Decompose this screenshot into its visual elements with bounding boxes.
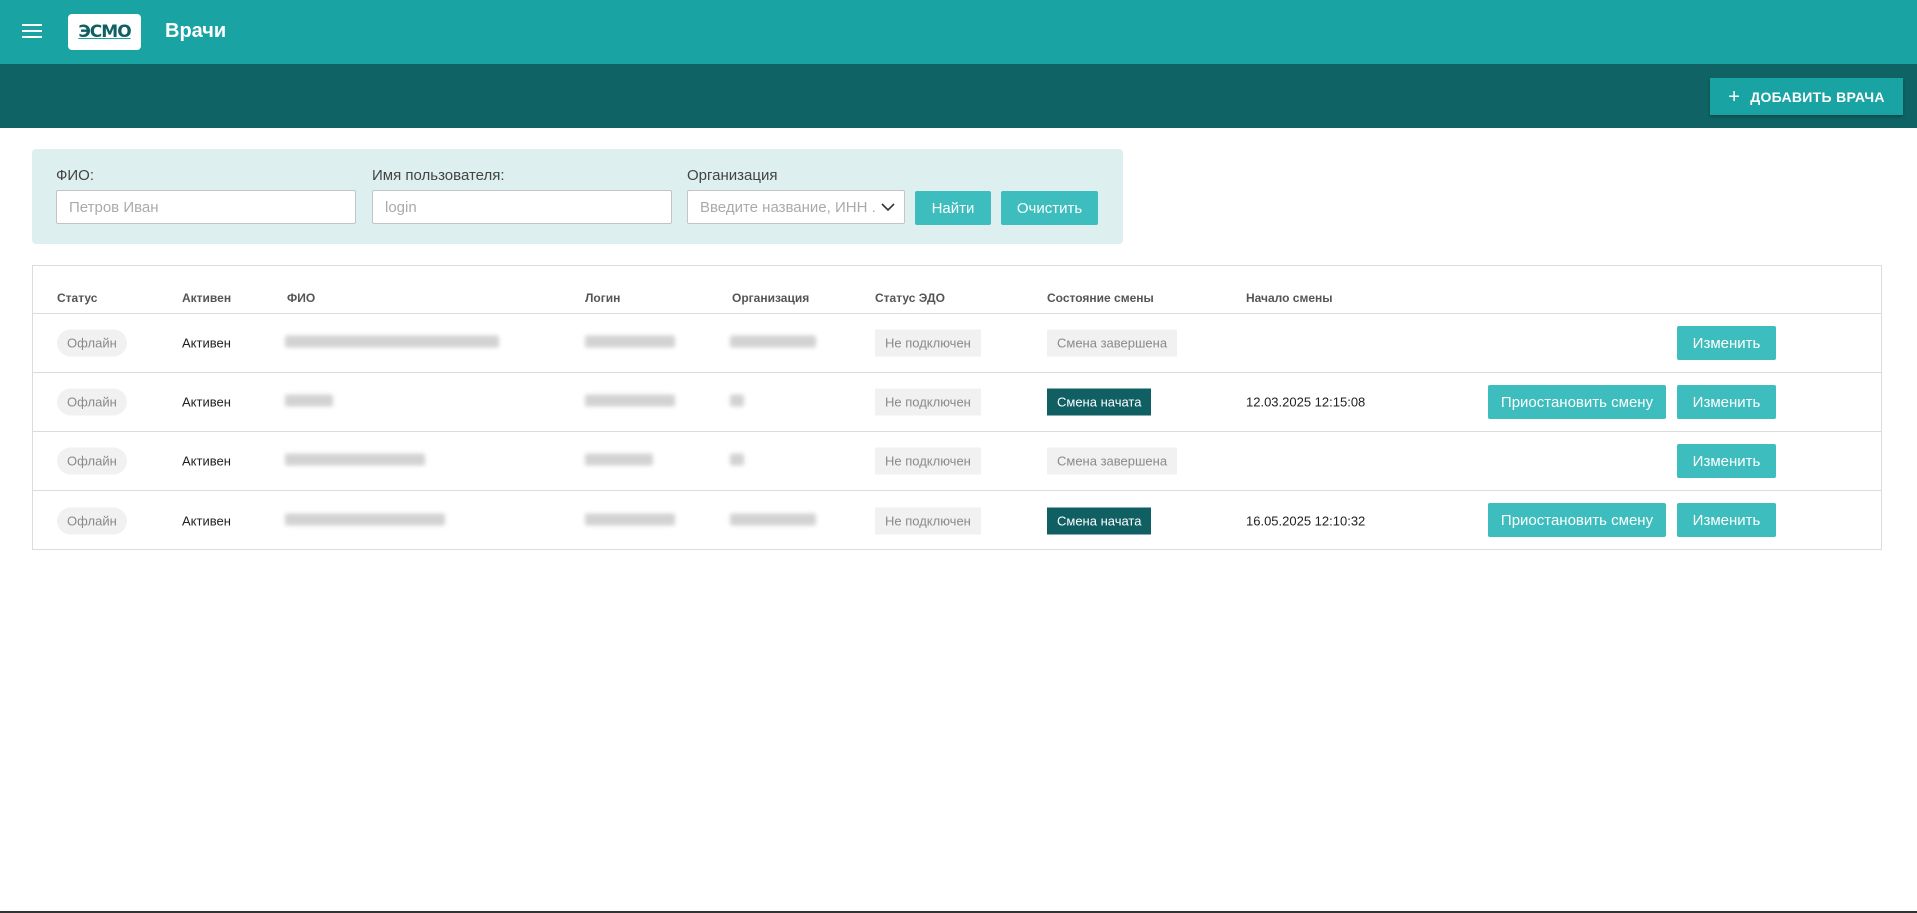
- organization-redacted: [730, 335, 816, 351]
- column-header-edo-status[interactable]: Статус ЭДО: [875, 291, 945, 305]
- edit-button[interactable]: Изменить: [1677, 503, 1776, 537]
- edo-status-badge: Не подключен: [875, 447, 981, 475]
- column-header-login[interactable]: Логин: [585, 291, 620, 305]
- fio-filter: ФИО:: [56, 167, 356, 224]
- table-row[interactable]: Офлайн Активен Не подключен Смена начата 16.…: [33, 491, 1881, 550]
- shift-state-badge: Смена начата: [1047, 388, 1152, 416]
- edit-button[interactable]: Изменить: [1677, 444, 1776, 478]
- username-label: Имя пользователя:: [372, 167, 505, 184]
- shift-start-time: 12.03.2025 12:15:08: [1246, 394, 1366, 410]
- chevron-down-icon: [881, 203, 895, 212]
- organization-redacted: [730, 513, 816, 528]
- active-text: Активен: [182, 513, 231, 528]
- fio-redacted: [285, 513, 445, 528]
- edo-status-badge: Не подключен: [875, 388, 981, 416]
- column-header-shift-state[interactable]: Состояние смены: [1047, 291, 1154, 305]
- top-app-bar: ЭСМО Врачи: [0, 0, 1917, 64]
- organization-filter: Организация Введите название, ИНН ...: [687, 167, 905, 224]
- fio-redacted: [285, 453, 425, 469]
- shift-state-badge: Смена начата: [1047, 507, 1152, 534]
- shift-start-time: 16.05.2025 12:10:32: [1246, 513, 1366, 528]
- column-header-active[interactable]: Активен: [182, 291, 231, 305]
- fio-redacted: [285, 335, 499, 351]
- organization-redacted: [730, 453, 744, 469]
- plus-icon: +: [1728, 85, 1741, 108]
- table-header: Статус Активен ФИО Логин Организация Ста…: [33, 266, 1881, 314]
- username-filter: Имя пользователя:: [372, 167, 672, 224]
- column-header-fio[interactable]: ФИО: [287, 291, 315, 305]
- status-badge: Офлайн: [57, 447, 127, 475]
- login-redacted: [585, 513, 675, 528]
- doctors-table: Статус Активен ФИО Логин Организация Ста…: [32, 265, 1882, 550]
- table-row[interactable]: Офлайн Активен Не подключен Смена завершена…: [33, 432, 1881, 491]
- add-doctor-label: ДОБАВИТЬ ВРАЧА: [1750, 88, 1885, 105]
- app-logo[interactable]: ЭСМО: [68, 14, 141, 50]
- login-redacted: [585, 394, 675, 410]
- action-bar: + ДОБАВИТЬ ВРАЧА: [0, 64, 1917, 128]
- find-button[interactable]: Найти: [915, 191, 991, 225]
- status-badge: Офлайн: [57, 329, 127, 357]
- fio-input[interactable]: [56, 190, 356, 224]
- shift-state-badge: Смена завершена: [1047, 447, 1178, 475]
- logo-text: ЭСМО: [78, 22, 131, 42]
- table-row[interactable]: Офлайн Активен Не подключен Смена начата 12.…: [33, 373, 1881, 432]
- status-badge: Офлайн: [57, 507, 127, 534]
- hamburger-icon[interactable]: [20, 20, 44, 44]
- filter-panel: ФИО: Имя пользователя: Организация Введи…: [32, 149, 1123, 244]
- organization-label: Организация: [687, 167, 778, 184]
- organization-redacted: [730, 394, 744, 410]
- column-header-shift-start[interactable]: Начало смены: [1246, 291, 1333, 305]
- add-doctor-button[interactable]: + ДОБАВИТЬ ВРАЧА: [1710, 78, 1903, 115]
- shift-state-badge: Смена завершена: [1047, 329, 1178, 357]
- active-text: Активен: [182, 453, 231, 469]
- clear-button[interactable]: Очистить: [1001, 191, 1098, 225]
- page-title: Врачи: [165, 20, 227, 42]
- edo-status-badge: Не подключен: [875, 507, 981, 534]
- pause-shift-button[interactable]: Приостановить смену: [1488, 385, 1666, 419]
- login-redacted: [585, 335, 675, 351]
- active-text: Активен: [182, 335, 231, 351]
- active-text: Активен: [182, 394, 231, 410]
- column-header-status[interactable]: Статус: [57, 291, 97, 305]
- organization-placeholder: Введите название, ИНН ...: [700, 199, 876, 216]
- column-header-organization[interactable]: Организация: [732, 291, 809, 305]
- status-badge: Офлайн: [57, 388, 127, 416]
- fio-label: ФИО:: [56, 167, 95, 184]
- edo-status-badge: Не подключен: [875, 329, 981, 357]
- organization-select[interactable]: Введите название, ИНН ...: [687, 190, 905, 224]
- pause-shift-button[interactable]: Приостановить смену: [1488, 503, 1666, 537]
- table-row[interactable]: Офлайн Активен Не подключен Смена завершена…: [33, 314, 1881, 373]
- username-input[interactable]: [372, 190, 672, 224]
- login-redacted: [585, 453, 653, 469]
- fio-redacted: [285, 394, 333, 410]
- edit-button[interactable]: Изменить: [1677, 326, 1776, 360]
- edit-button[interactable]: Изменить: [1677, 385, 1776, 419]
